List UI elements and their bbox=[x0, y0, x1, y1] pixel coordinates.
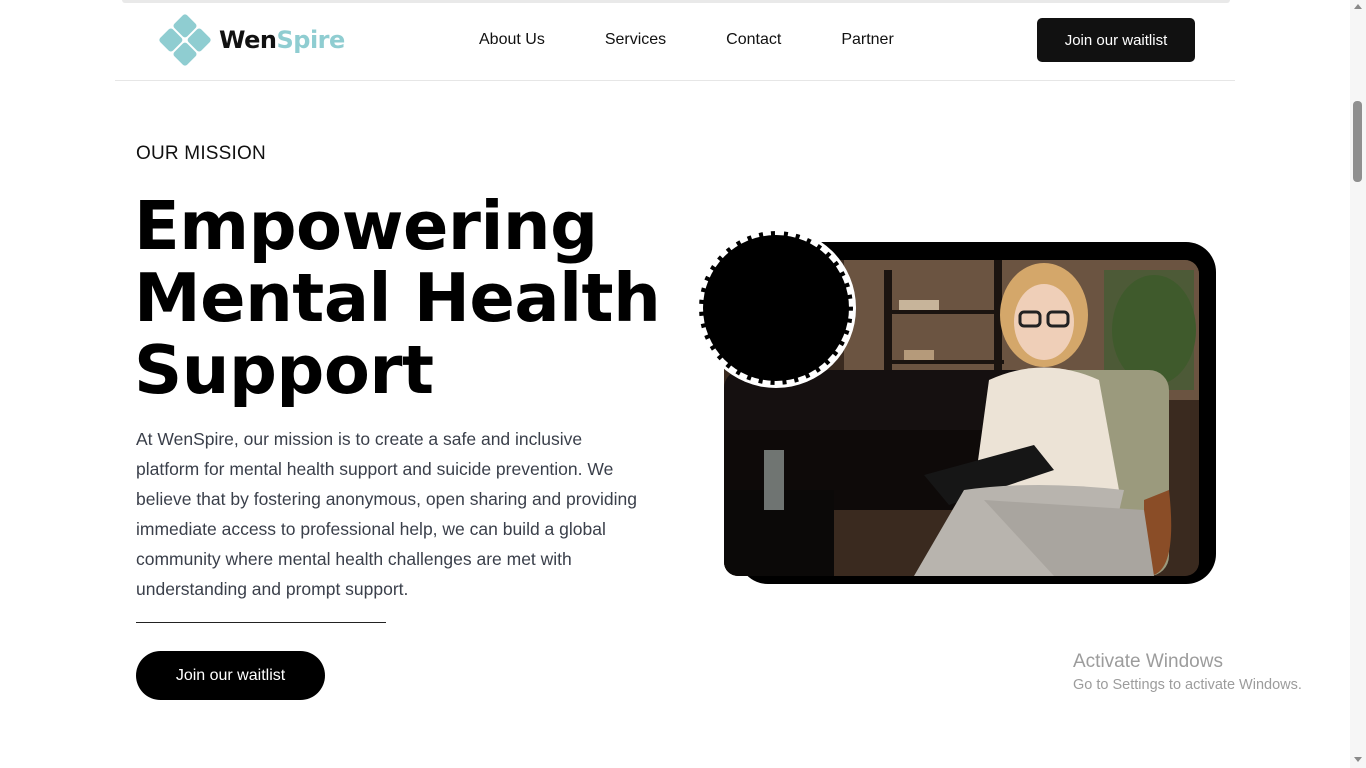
decorative-circle-inner bbox=[699, 231, 853, 385]
watermark-title: Activate Windows bbox=[1073, 651, 1223, 672]
nav-about-us[interactable]: About Us bbox=[479, 31, 545, 49]
decorative-dashed-circle bbox=[696, 228, 856, 388]
headline-line-2: Mental Health bbox=[134, 259, 661, 337]
hero-join-waitlist-button[interactable]: Join our waitlist bbox=[136, 651, 325, 700]
brand-name: WenSpire bbox=[219, 26, 345, 54]
nav-contact[interactable]: Contact bbox=[726, 31, 781, 49]
windows-activation-watermark: Activate Windows Go to Settings to activ… bbox=[1073, 651, 1302, 693]
diamond-tiles-logo-icon bbox=[159, 14, 211, 66]
hero-headline: Empowering Mental Health Support bbox=[134, 190, 694, 406]
headline-line-3: Support bbox=[134, 331, 434, 409]
scrollbar-thumb[interactable] bbox=[1353, 101, 1362, 182]
nav-partner[interactable]: Partner bbox=[841, 31, 893, 49]
site-header: WenSpire About Us Services Contact Partn… bbox=[115, 0, 1235, 81]
watermark-subtitle: Go to Settings to activate Windows. bbox=[1073, 677, 1302, 693]
header-join-waitlist-button[interactable]: Join our waitlist bbox=[1037, 18, 1195, 62]
scroll-up-arrow-icon[interactable] bbox=[1354, 4, 1362, 9]
scroll-down-arrow-icon[interactable] bbox=[1354, 757, 1362, 762]
page-scrollbar[interactable] bbox=[1350, 0, 1366, 768]
main-nav: About Us Services Contact Partner bbox=[479, 31, 894, 49]
section-divider bbox=[136, 622, 386, 623]
section-eyebrow: OUR MISSION bbox=[136, 143, 266, 164]
nav-services[interactable]: Services bbox=[605, 31, 666, 49]
headline-line-1: Empowering bbox=[134, 187, 598, 265]
mission-paragraph: At WenSpire, our mission is to create a … bbox=[136, 429, 638, 599]
brand-logo[interactable]: WenSpire bbox=[156, 11, 345, 69]
